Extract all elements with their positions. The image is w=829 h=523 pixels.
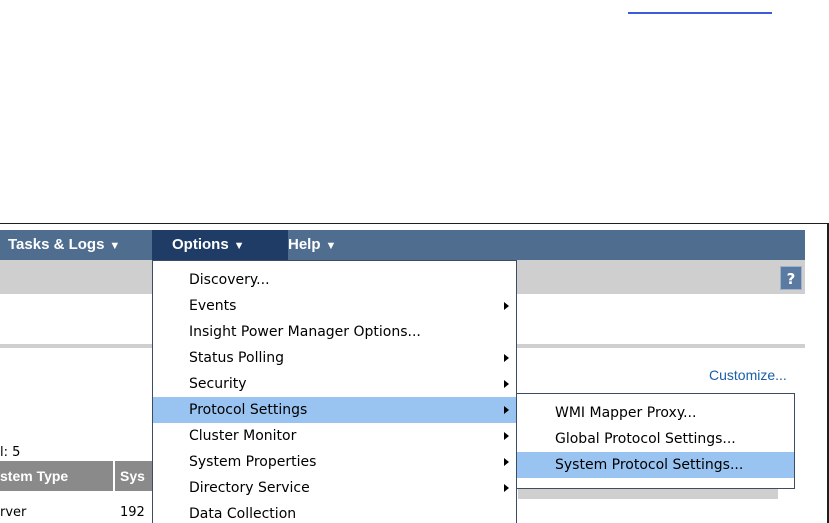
chevron-down-icon: ▼: [109, 240, 121, 252]
app-frame: Tasks & Logs ▼ Options ▼ Help ▼ ? Customize…: [0, 223, 829, 523]
options-dropdown-menu: Discovery... Events Insight Power Manage…: [152, 260, 517, 523]
submenu-item-label: WMI Mapper Proxy...: [555, 405, 697, 421]
customize-link[interactable]: Customize...: [709, 367, 787, 383]
menu-tasks-logs[interactable]: Tasks & Logs ▼: [0, 230, 128, 260]
chevron-right-icon: [504, 484, 509, 492]
menu-item-label: Events: [189, 298, 237, 314]
chevron-right-icon: [504, 432, 509, 440]
column-header-system-address[interactable]: Sys: [120, 461, 152, 491]
menu-item-label: Directory Service: [189, 480, 310, 496]
menu-item-label: Security: [189, 376, 247, 392]
menu-item-label: Insight Power Manager Options...: [189, 324, 421, 340]
menu-item-label: Status Polling: [189, 350, 284, 366]
submenu-item-label: System Protocol Settings...: [555, 457, 744, 473]
menu-item-label: Cluster Monitor: [189, 428, 297, 444]
table-header: stem Type Sys: [0, 461, 152, 491]
menu-tasks-logs-label: Tasks & Logs: [8, 236, 105, 253]
submenu-item-system-protocol-settings[interactable]: System Protocol Settings...: [517, 452, 794, 478]
protocol-settings-submenu: WMI Mapper Proxy... Global Protocol Sett…: [516, 393, 795, 489]
submenu-item-label: Global Protocol Settings...: [555, 431, 736, 447]
menu-item-system-properties[interactable]: System Properties: [153, 449, 516, 475]
chevron-right-icon: [504, 302, 509, 310]
menu-help-label: Help: [288, 236, 321, 253]
menu-bar: Tasks & Logs ▼ Options ▼ Help ▼: [0, 230, 805, 260]
menu-item-label: Protocol Settings: [189, 402, 308, 418]
menu-options[interactable]: Options ▼: [152, 230, 288, 260]
column-header-system-type[interactable]: stem Type: [0, 461, 110, 491]
submenu-item-global-protocol-settings[interactable]: Global Protocol Settings...: [517, 426, 794, 452]
menu-item-events[interactable]: Events: [153, 293, 516, 319]
menu-item-label: Discovery...: [189, 272, 270, 288]
chevron-right-icon: [504, 406, 509, 414]
menu-item-label: Data Collection: [189, 506, 297, 522]
menu-item-directory-service[interactable]: Directory Service: [153, 475, 516, 501]
column-separator: [113, 461, 115, 491]
chevron-right-icon: [504, 354, 509, 362]
total-count: l: 5: [0, 445, 21, 460]
menu-item-data-collection[interactable]: Data Collection: [153, 501, 516, 523]
menu-item-status-polling[interactable]: Status Polling: [153, 345, 516, 371]
menu-item-insight-power-manager[interactable]: Insight Power Manager Options...: [153, 319, 516, 345]
menu-item-cluster-monitor[interactable]: Cluster Monitor: [153, 423, 516, 449]
chevron-down-icon: ▼: [233, 240, 245, 252]
chevron-down-icon: ▼: [325, 240, 337, 252]
menu-help[interactable]: Help ▼: [280, 230, 344, 260]
chevron-right-icon: [504, 380, 509, 388]
chevron-right-icon: [504, 458, 509, 466]
menu-item-discovery[interactable]: Discovery...: [153, 267, 516, 293]
submenu-item-wmi-mapper-proxy[interactable]: WMI Mapper Proxy...: [517, 400, 794, 426]
top-link-underline[interactable]: [628, 0, 772, 14]
menu-options-label: Options: [172, 236, 229, 253]
menu-item-label: System Properties: [189, 454, 317, 470]
table-cell-type: rver: [0, 505, 27, 520]
table-cell-address: 192: [120, 505, 145, 520]
help-icon[interactable]: ?: [780, 266, 802, 290]
link-underline: [628, 12, 772, 14]
menu-item-security[interactable]: Security: [153, 371, 516, 397]
menu-item-protocol-settings[interactable]: Protocol Settings: [153, 397, 516, 423]
